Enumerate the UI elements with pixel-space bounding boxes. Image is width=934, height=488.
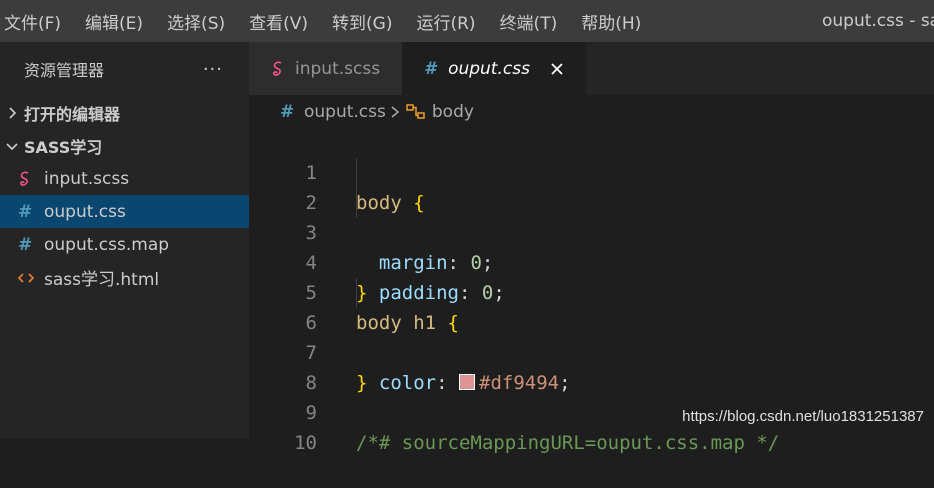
breadcrumb-file[interactable]: ouput.css <box>304 102 386 122</box>
code-line: 7 } <box>249 308 934 394</box>
watermark: https://blog.csdn.net/luo1831251387 <box>682 408 924 425</box>
code-line: 6 color: #df9494; <box>249 278 934 394</box>
menu-view[interactable]: 查看(V) <box>237 9 320 34</box>
indent-guide <box>356 188 357 218</box>
file-name: sass学习.html <box>44 270 160 290</box>
tab-ouput-css[interactable]: # ouput.css <box>402 42 586 95</box>
code-line: 3 padding: 0; <box>249 188 934 304</box>
menu-items: 文件(F) 编辑(E) 选择(S) 查看(V) 转到(G) 运行(R) 终端(T… <box>0 9 653 34</box>
sass-icon <box>18 171 44 187</box>
tab-bar: input.scss # ouput.css <box>249 42 934 95</box>
explorer-sidebar: 资源管理器 ··· 打开的编辑器 SASS学习 input.scss # oup… <box>0 42 249 439</box>
html-icon <box>18 271 44 285</box>
explorer-header: 资源管理器 ··· <box>0 42 249 96</box>
tab-label: input.scss <box>295 58 381 79</box>
chevron-down-icon <box>0 140 24 152</box>
line-content: /*# sourceMappingURL=ouput.css.map */ <box>356 428 779 458</box>
code-line: 4 } <box>249 218 934 304</box>
indent-guide <box>356 278 357 308</box>
tab-label: ouput.css <box>448 58 530 79</box>
code-line: 1 body { <box>249 128 934 214</box>
explorer-title: 资源管理器 <box>24 61 105 80</box>
file-item-ouput-css[interactable]: # ouput.css <box>0 195 249 228</box>
menu-edit[interactable]: 编辑(E) <box>73 9 155 34</box>
code-editor[interactable]: 1 body { 2 margin: 0; 3 padding: 0; 4 } … <box>249 128 934 454</box>
line-number: 10 <box>294 432 317 454</box>
more-actions-icon[interactable]: ··· <box>203 59 223 80</box>
file-item-input-scss[interactable]: input.scss <box>0 162 249 195</box>
file-name: input.scss <box>44 168 130 189</box>
folder-label: SASS学习 <box>24 137 103 157</box>
tab-input-scss[interactable]: input.scss <box>249 42 403 95</box>
sass-icon <box>271 61 295 77</box>
menu-selection[interactable]: 选择(S) <box>155 9 237 34</box>
hash-icon: # <box>18 201 33 222</box>
chevron-right-icon <box>390 106 400 118</box>
breadcrumb: # ouput.css body <box>280 99 474 125</box>
code-line: 2 margin: 0; <box>249 158 934 274</box>
hash-icon: # <box>280 102 295 122</box>
code-line: 5 body h1 { <box>249 248 934 334</box>
symbol-class-icon <box>406 103 426 121</box>
file-name: ouput.css <box>44 201 126 222</box>
menu-go[interactable]: 转到(G) <box>320 9 404 34</box>
open-editors-section[interactable]: 打开的编辑器 <box>0 96 249 129</box>
code-line: 8 <box>249 338 934 394</box>
code-line: 9 /*# sourceMappingURL=ouput.css.map */ <box>249 368 934 454</box>
chevron-right-icon <box>0 106 24 119</box>
hash-icon: # <box>424 58 436 79</box>
file-item-sass-html[interactable]: sass学习.html <box>0 261 249 294</box>
css-comment: /*# sourceMappingURL=ouput.css.map */ <box>356 432 780 454</box>
menu-terminal[interactable]: 终端(T) <box>488 9 570 34</box>
file-item-ouput-css-map[interactable]: # ouput.css.map <box>0 228 249 261</box>
close-icon[interactable] <box>550 62 564 76</box>
folder-section[interactable]: SASS学习 <box>0 129 249 162</box>
menu-bar: 文件(F) 编辑(E) 选择(S) 查看(V) 转到(G) 运行(R) 终端(T… <box>0 0 934 42</box>
menu-help[interactable]: 帮助(H) <box>569 9 653 34</box>
indent-guide <box>356 158 357 188</box>
menu-file[interactable]: 文件(F) <box>0 9 73 34</box>
window-title: ouput.css - sass学习 <box>822 11 934 31</box>
hash-icon: # <box>18 234 33 255</box>
menu-run[interactable]: 运行(R) <box>404 9 487 34</box>
breadcrumb-symbol[interactable]: body <box>432 102 474 122</box>
file-name: ouput.css.map <box>44 234 170 255</box>
open-editors-label: 打开的编辑器 <box>24 104 121 124</box>
